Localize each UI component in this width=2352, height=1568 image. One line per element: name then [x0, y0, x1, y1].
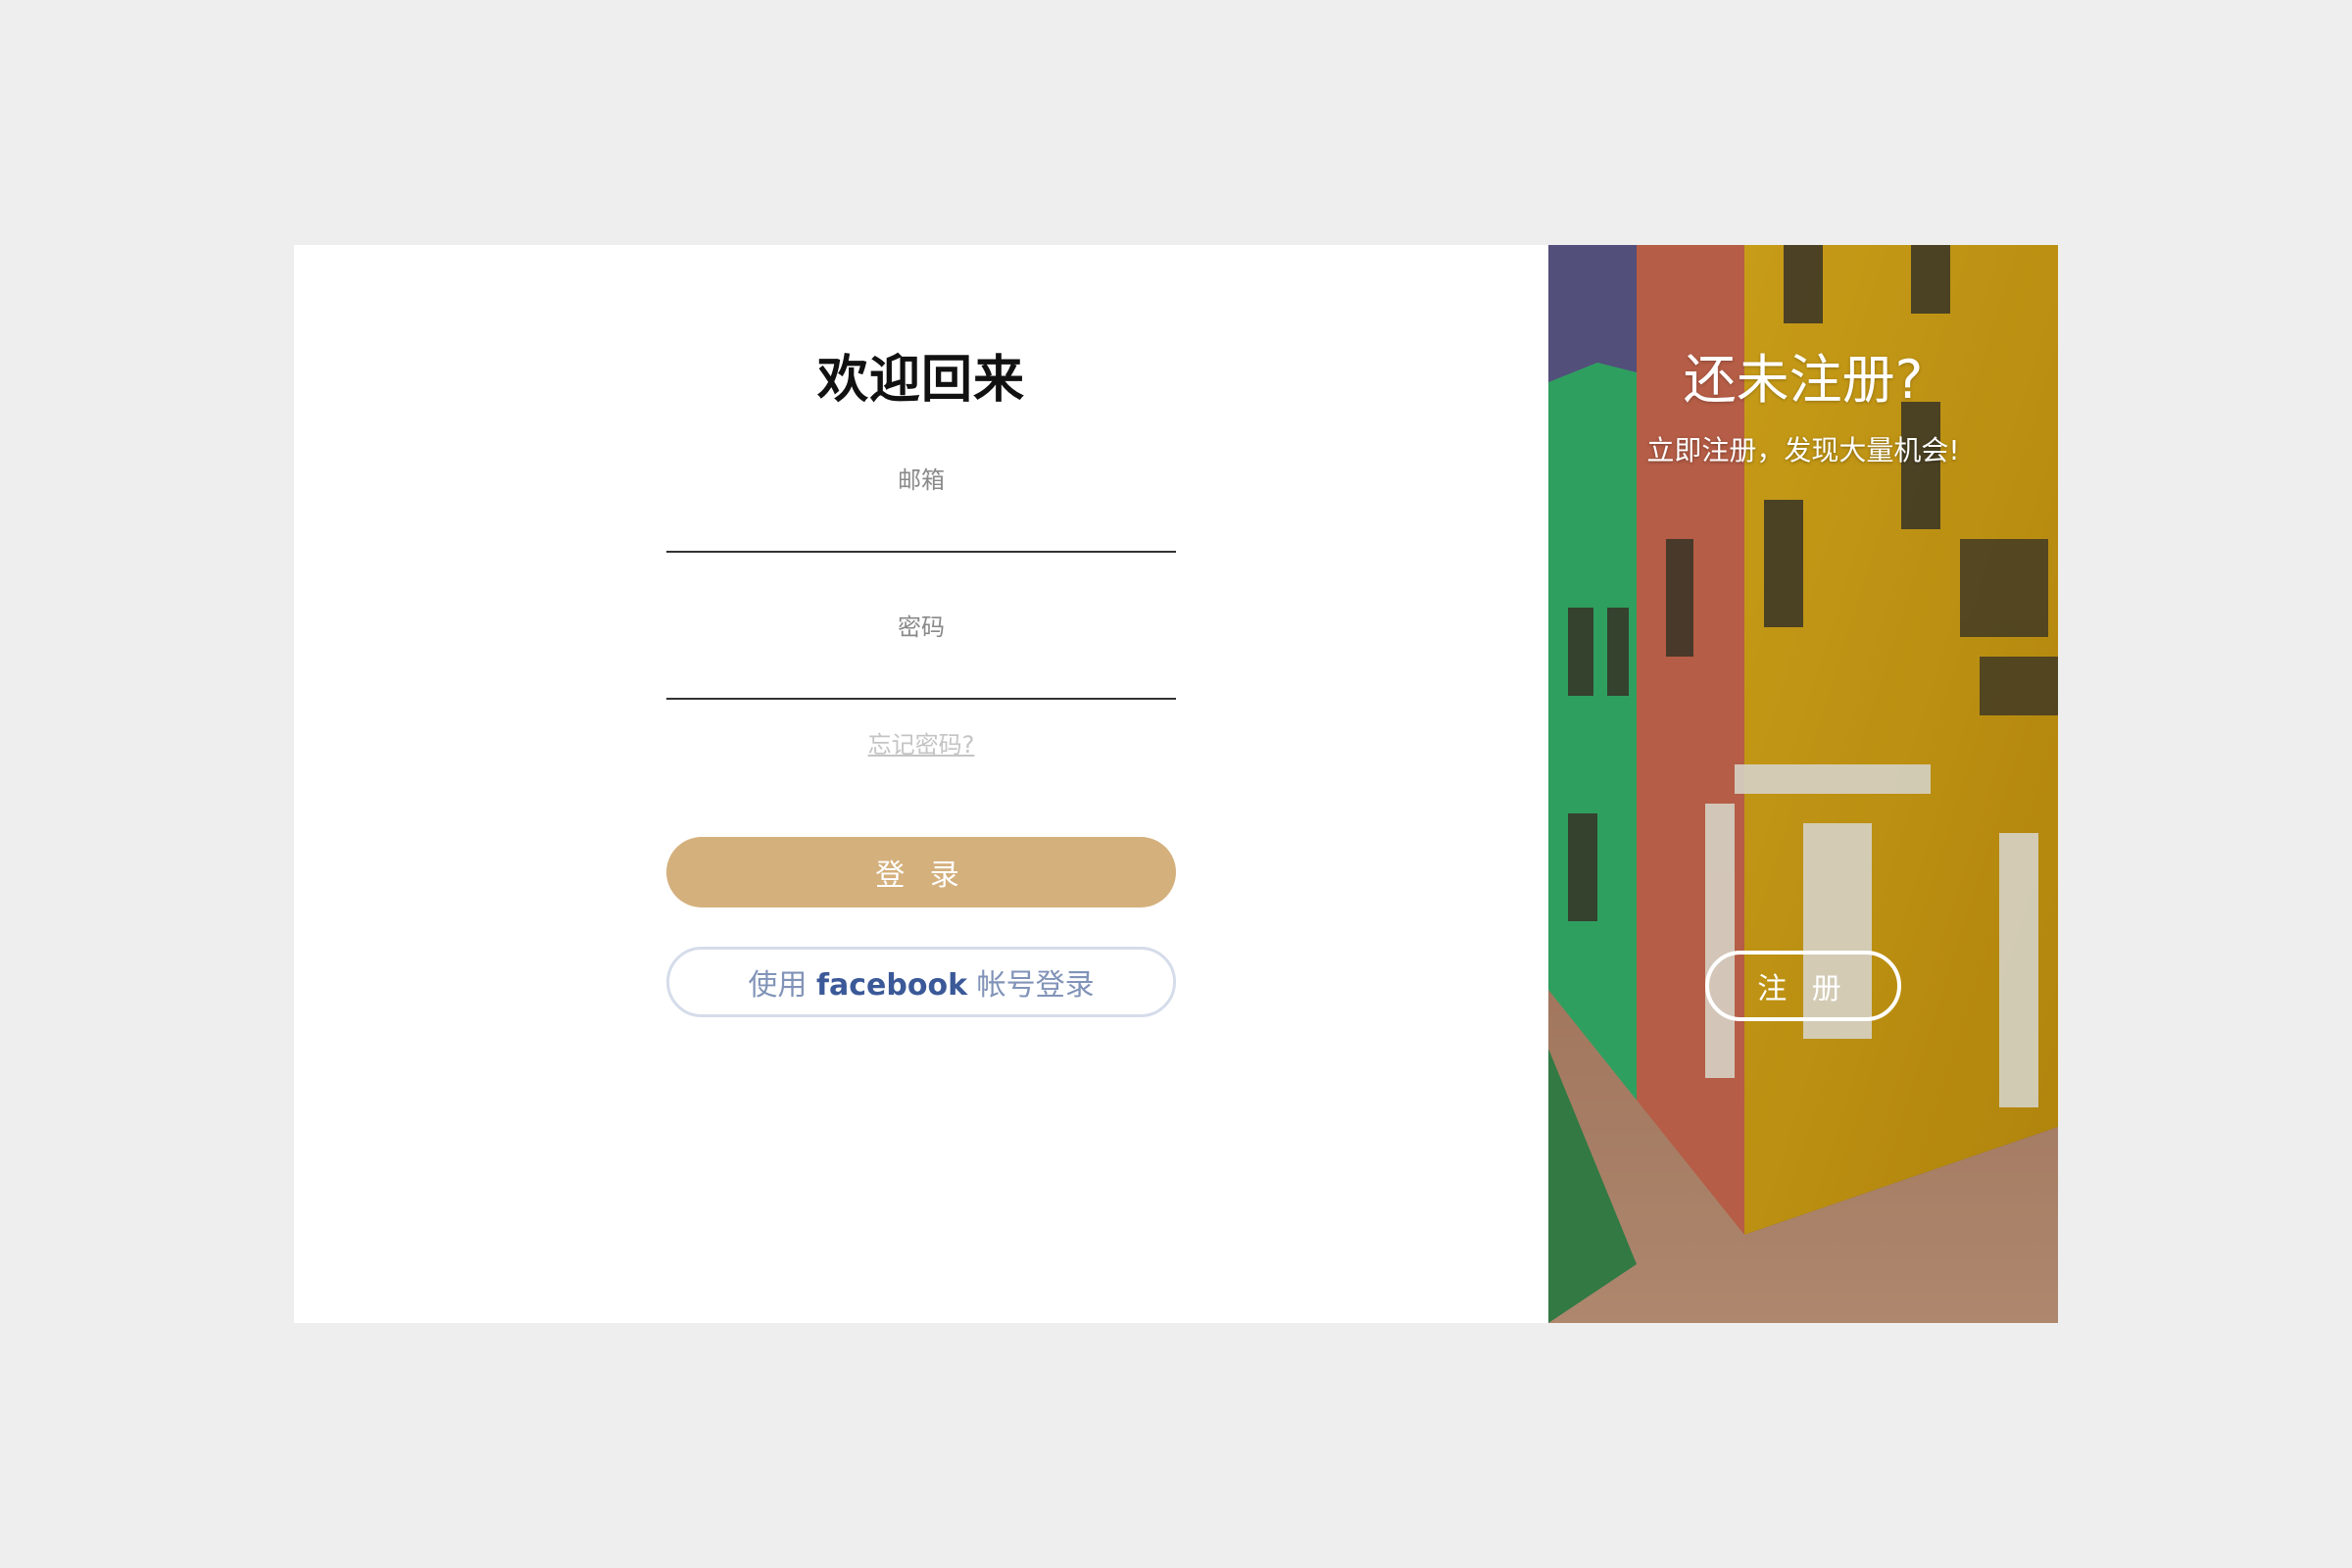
login-button[interactable]: 登 录: [666, 837, 1176, 907]
promo-content: 还未注册? 立即注册，发现大量机会!: [1548, 245, 2058, 470]
email-label: 邮箱: [898, 466, 945, 494]
facebook-suffix: 帐号登录: [967, 968, 1095, 1003]
email-field-group: 邮箱: [666, 465, 1176, 553]
login-title: 欢迎回来: [816, 351, 1025, 410]
promo-subtitle: 立即注册，发现大量机会!: [1646, 434, 1960, 466]
auth-card: 欢迎回来 邮箱 密码 忘记密码? 登 录 使用 facebook 帐号登录 还未…: [294, 245, 2058, 1323]
password-input[interactable]: [666, 651, 1176, 700]
email-input[interactable]: [666, 504, 1176, 553]
password-field-group: 密码: [666, 612, 1176, 700]
facebook-login-button[interactable]: 使用 facebook 帐号登录: [666, 947, 1176, 1017]
password-label: 密码: [898, 613, 945, 641]
register-promo-panel: 还未注册? 立即注册，发现大量机会! 注 册: [1548, 245, 2058, 1323]
forgot-password-link[interactable]: 忘记密码?: [868, 729, 975, 760]
facebook-prefix: 使用: [748, 968, 816, 1003]
promo-title: 还未注册?: [1683, 349, 1924, 411]
login-form: 欢迎回来 邮箱 密码 忘记密码? 登 录 使用 facebook 帐号登录: [666, 245, 1176, 1017]
register-button[interactable]: 注 册: [1705, 951, 1901, 1021]
facebook-brand: facebook: [815, 968, 968, 1003]
login-panel: 欢迎回来 邮箱 密码 忘记密码? 登 录 使用 facebook 帐号登录: [294, 245, 1548, 1323]
